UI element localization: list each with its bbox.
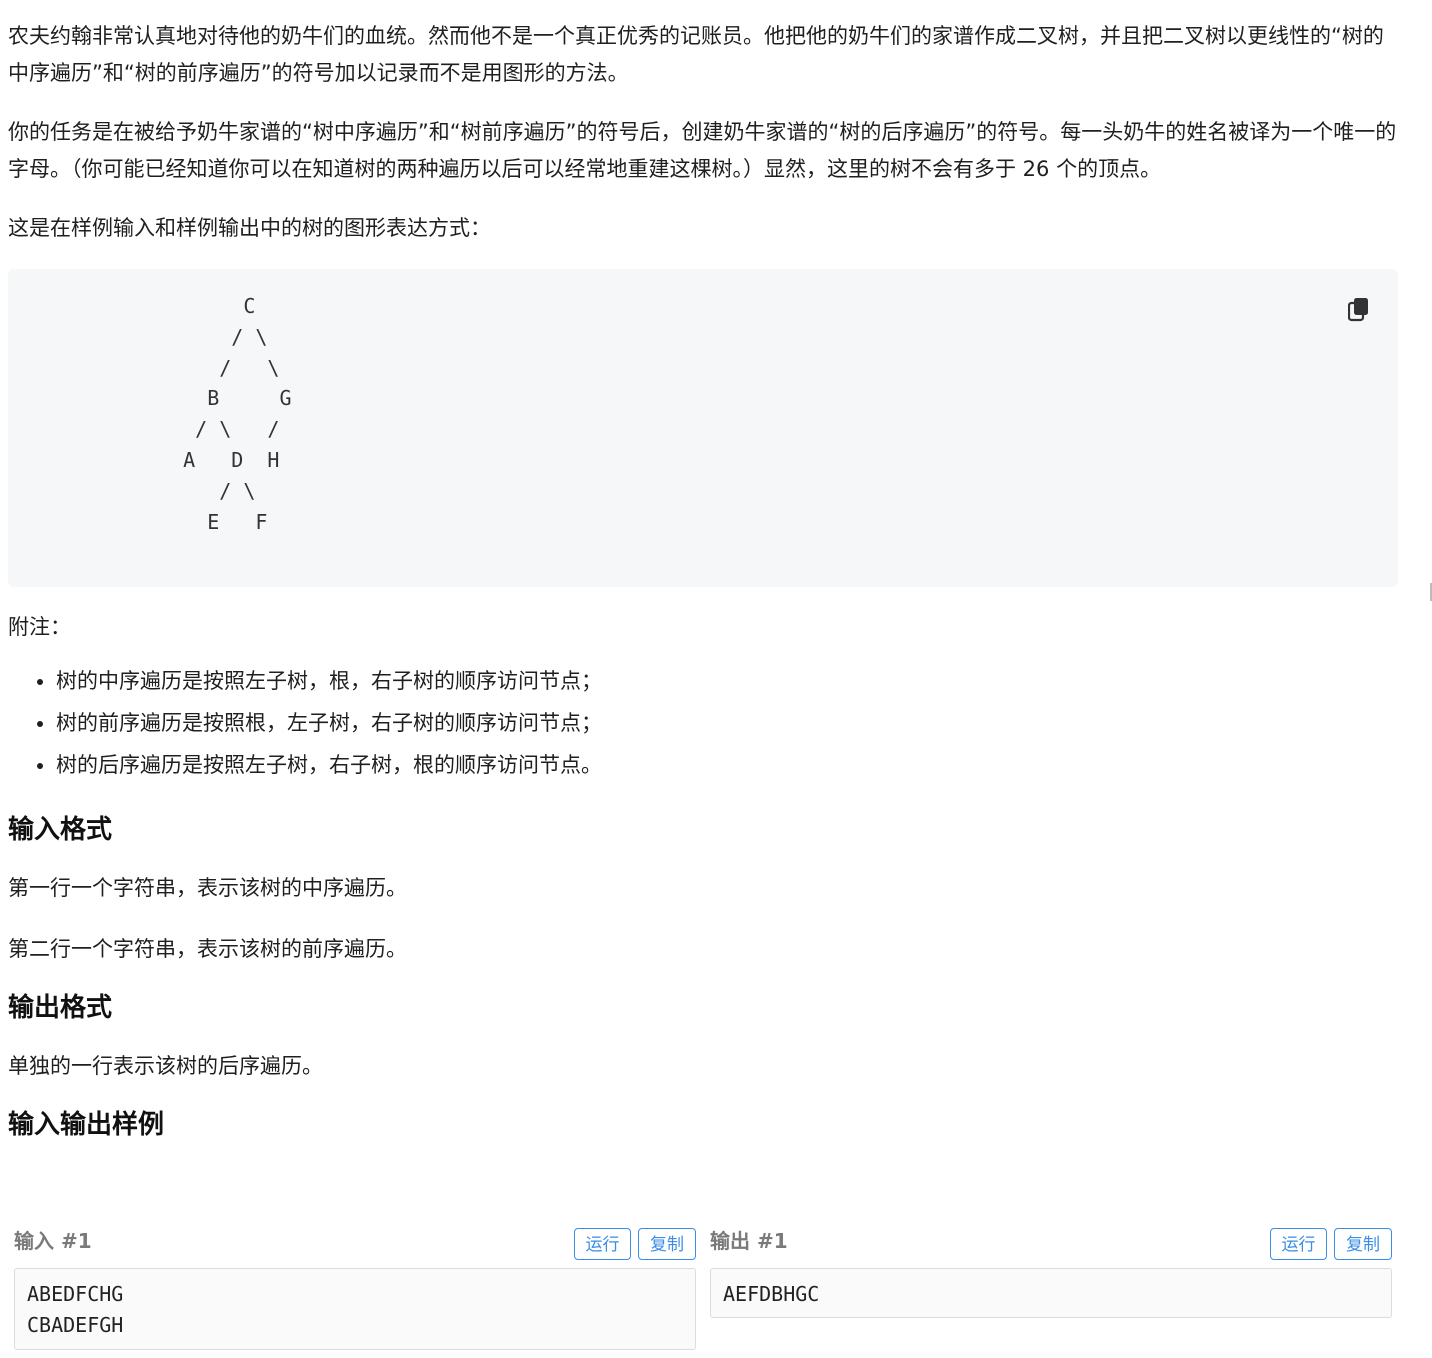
output-run-button[interactable]: 运行 — [1270, 1228, 1327, 1260]
sample-input-box: ABEDFCHG CBADEFGH — [14, 1268, 696, 1350]
tree-diagram-text[interactable]: C / \ / \ B G / \ / A D H / \ E F — [147, 291, 291, 537]
list-item: 树的前序遍历是按照根，左子树，右子树的顺序访问节点； — [56, 702, 1398, 744]
input-format-line-1: 第一行一个字符串，表示该树的中序遍历。 — [8, 876, 407, 900]
copy-icon[interactable] — [1347, 297, 1372, 323]
list-item: 树的后序遍历是按照左子树，右子树，根的顺序访问节点。 — [56, 744, 1398, 786]
problem-statement: 农夫约翰非常认真地对待他的奶牛们的血统。然而他不是一个真正优秀的记账员。他把他的… — [8, 0, 1398, 1147]
sample-input-content[interactable]: ABEDFCHG CBADEFGH — [15, 1269, 695, 1349]
description-paragraph-1: 农夫约翰非常认真地对待他的奶牛们的血统。然而他不是一个真正优秀的记账员。他把他的… — [8, 24, 1384, 85]
sample-output-title: 输出 #1 — [710, 1229, 788, 1253]
output-format-line: 单独的一行表示该树的后序遍历。 — [8, 1054, 323, 1078]
input-format-line-2: 第二行一个字符串，表示该树的前序遍历。 — [8, 937, 407, 961]
output-format-heading: 输出格式 — [8, 993, 113, 1023]
description-paragraph-2: 你的任务是在被给予奶牛家谱的“树中序遍历”和“树前序遍历”的符号后，创建奶牛家谱… — [8, 120, 1397, 181]
samples-section: 输入 #1 运行 复制 ABEDFCHG CBADEFGH 输出 #1 运行 复… — [8, 1224, 1398, 1354]
sample-output-content[interactable]: AEFDBHGC — [711, 1269, 1391, 1318]
input-run-button[interactable]: 运行 — [574, 1228, 631, 1260]
sample-output-box: AEFDBHGC — [710, 1268, 1392, 1318]
sample-input-title: 输入 #1 — [14, 1229, 92, 1253]
samples-heading: 输入输出样例 — [8, 1110, 165, 1140]
input-copy-button[interactable]: 复制 — [638, 1228, 696, 1260]
notes-list: 树的中序遍历是按照左子树，根，右子树的顺序访问节点； 树的前序遍历是按照根，左子… — [8, 660, 1398, 786]
output-copy-button[interactable]: 复制 — [1334, 1228, 1392, 1260]
tree-code-block: C / \ / \ B G / \ / A D H / \ E F — [8, 269, 1398, 587]
description-paragraph-3: 这是在样例输入和样例输出中的树的图形表达方式： — [8, 216, 491, 240]
list-item: 树的中序遍历是按照左子树，根，右子树的顺序访问节点； — [56, 660, 1398, 702]
input-format-heading: 输入格式 — [8, 815, 113, 845]
note-label: 附注： — [8, 615, 71, 639]
